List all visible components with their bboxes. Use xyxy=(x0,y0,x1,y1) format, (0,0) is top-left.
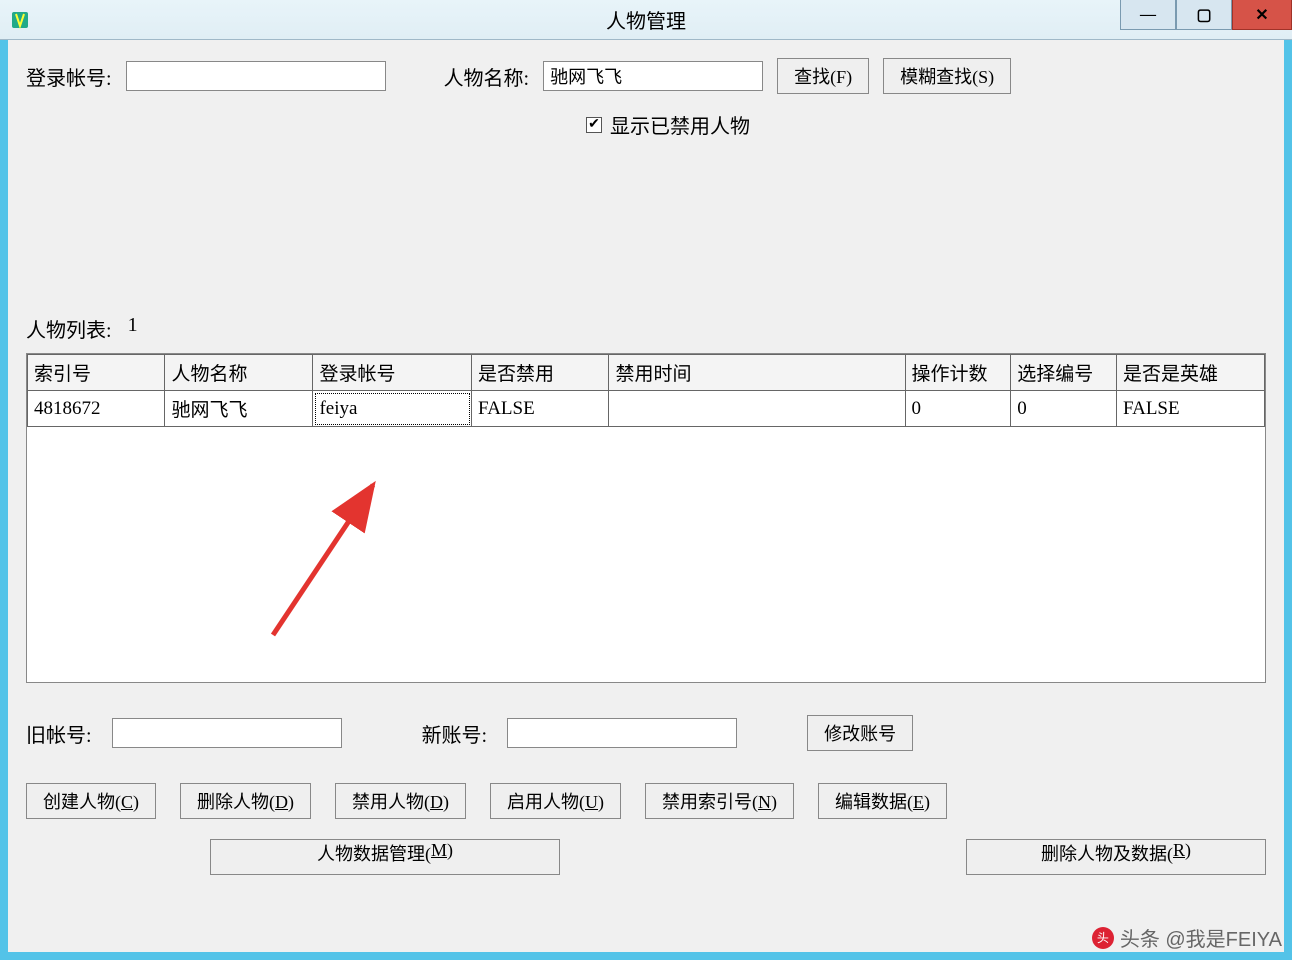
titlebar: 人物管理 — ▢ ✕ xyxy=(0,0,1292,40)
new-account-input[interactable] xyxy=(507,718,737,748)
watermark-icon: 头 xyxy=(1092,927,1114,949)
delete-character-data-button[interactable]: 删除人物及数据(R) xyxy=(966,839,1266,875)
col-index[interactable]: 索引号 xyxy=(28,355,165,391)
cell-index[interactable]: 4818672 xyxy=(28,391,165,427)
edit-data-button[interactable]: 编辑数据(E) xyxy=(818,783,947,819)
col-select-no[interactable]: 选择编号 xyxy=(1011,355,1117,391)
table-header-row: 索引号 人物名称 登录帐号 是否禁用 禁用时间 操作计数 选择编号 是否是英雄 xyxy=(28,355,1265,391)
cell-op-count[interactable]: 0 xyxy=(905,391,1011,427)
account-change-row: 旧帐号: 新账号: 修改账号 xyxy=(26,715,1266,751)
watermark-text: 头条 @我是FEIYA xyxy=(1120,923,1282,952)
cell-name[interactable]: 驰网飞飞 xyxy=(165,391,313,427)
cell-disabled[interactable]: FALSE xyxy=(472,391,609,427)
character-table[interactable]: 索引号 人物名称 登录帐号 是否禁用 禁用时间 操作计数 选择编号 是否是英雄 … xyxy=(26,353,1266,683)
col-disable-time[interactable]: 禁用时间 xyxy=(609,355,905,391)
search-bar: 登录帐号: 人物名称: 查找(F) 模糊查找(S) xyxy=(26,58,1266,94)
login-account-label: 登录帐号: xyxy=(26,62,112,91)
table-row[interactable]: 4818672 驰网飞飞 feiya FALSE 0 0 FALSE xyxy=(28,391,1265,427)
cell-is-hero[interactable]: FALSE xyxy=(1116,391,1264,427)
col-disabled[interactable]: 是否禁用 xyxy=(472,355,609,391)
app-icon xyxy=(10,10,30,30)
client-area: 登录帐号: 人物名称: 查找(F) 模糊查找(S) ✔ 显示已禁用人物 人物列表… xyxy=(8,40,1284,952)
data-manage-button[interactable]: 人物数据管理(M) xyxy=(210,839,560,875)
cell-disable-time[interactable] xyxy=(609,391,905,427)
cell-select-no[interactable]: 0 xyxy=(1011,391,1117,427)
col-op-count[interactable]: 操作计数 xyxy=(905,355,1011,391)
list-count: 1 xyxy=(128,314,138,343)
maximize-button[interactable]: ▢ xyxy=(1176,0,1232,30)
show-disabled-checkbox[interactable]: ✔ xyxy=(586,117,602,133)
character-name-label: 人物名称: xyxy=(444,62,530,91)
window-title: 人物管理 xyxy=(606,5,686,34)
modify-account-button[interactable]: 修改账号 xyxy=(807,715,913,751)
enable-character-button[interactable]: 启用人物(U) xyxy=(490,783,621,819)
disable-index-button[interactable]: 禁用索引号(N) xyxy=(645,783,794,819)
col-name[interactable]: 人物名称 xyxy=(165,355,313,391)
login-account-input[interactable] xyxy=(126,61,386,91)
character-name-input[interactable] xyxy=(543,61,763,91)
list-label: 人物列表: xyxy=(26,314,112,343)
old-account-label: 旧帐号: xyxy=(26,719,92,748)
action-buttons: 创建人物(C) 删除人物(D) 禁用人物(D) 启用人物(U) 禁用索引号(N)… xyxy=(26,783,1266,819)
show-disabled-label: 显示已禁用人物 xyxy=(610,110,750,139)
disable-character-button[interactable]: 禁用人物(D) xyxy=(335,783,466,819)
window-controls: — ▢ ✕ xyxy=(1120,0,1292,30)
minimize-button[interactable]: — xyxy=(1120,0,1176,30)
create-character-button[interactable]: 创建人物(C) xyxy=(26,783,156,819)
new-account-label: 新账号: xyxy=(422,719,488,748)
watermark: 头 头条 @我是FEIYA xyxy=(1092,923,1282,952)
delete-character-button[interactable]: 删除人物(D) xyxy=(180,783,311,819)
close-button[interactable]: ✕ xyxy=(1232,0,1292,30)
action-buttons-2: 人物数据管理(M) 删除人物及数据(R) xyxy=(26,839,1266,875)
col-is-hero[interactable]: 是否是英雄 xyxy=(1116,355,1264,391)
col-login[interactable]: 登录帐号 xyxy=(313,355,472,391)
old-account-input[interactable] xyxy=(112,718,342,748)
list-count-row: 人物列表: 1 xyxy=(26,314,1266,343)
cell-login[interactable]: feiya xyxy=(313,391,472,427)
fuzzy-find-button[interactable]: 模糊查找(S) xyxy=(883,58,1011,94)
show-disabled-row[interactable]: ✔ 显示已禁用人物 xyxy=(586,110,1266,139)
find-button[interactable]: 查找(F) xyxy=(777,58,869,94)
